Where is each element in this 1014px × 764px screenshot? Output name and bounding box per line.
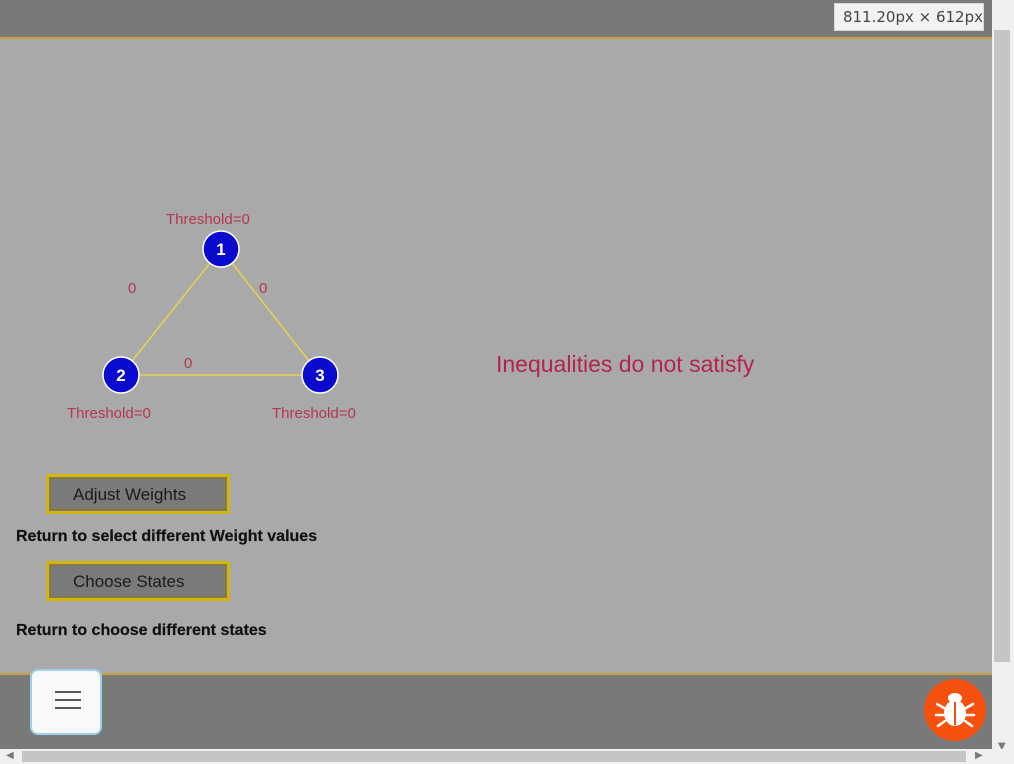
adjust-weights-note: Return to select different Weight values	[16, 528, 318, 545]
vertical-scrollbar[interactable]: ▼	[992, 0, 1014, 752]
horizontal-scrollbar[interactable]: ◀ ▶	[0, 749, 992, 764]
result-message: Inequalities do not satisfy	[496, 351, 755, 377]
hamburger-icon-bar	[55, 699, 81, 701]
top-bar: 811.20px × 612px	[0, 0, 992, 39]
vertical-scrollbar-thumb[interactable]	[994, 30, 1010, 662]
weight-label-1-3: 0	[259, 280, 267, 297]
choose-states-button[interactable]: Choose States	[46, 561, 230, 601]
edge-1-3	[220, 248, 321, 376]
scroll-right-arrow-icon[interactable]: ▶	[975, 750, 983, 761]
adjust-weights-button[interactable]: Adjust Weights	[46, 474, 230, 514]
hamburger-icon-bar	[55, 707, 81, 709]
node-3-label: 3	[315, 366, 324, 385]
bottom-bar	[0, 669, 992, 751]
edge-1-2	[120, 248, 222, 376]
scroll-left-arrow-icon[interactable]: ◀	[6, 750, 14, 761]
horizontal-scrollbar-thumb[interactable]	[22, 751, 966, 762]
node-2[interactable]: 2	[102, 356, 140, 394]
weight-label-1-2: 0	[128, 280, 136, 297]
choose-states-note: Return to choose different states	[16, 622, 267, 639]
network-graph: 0 0 0 Threshold=0 Threshold=0 Threshold=…	[67, 211, 356, 422]
bug-icon	[934, 693, 976, 728]
node-2-label: 2	[116, 366, 125, 385]
node-1-label: 1	[216, 240, 225, 259]
threshold-label-node-1: Threshold=0	[166, 211, 250, 228]
hamburger-icon	[55, 691, 81, 693]
threshold-label-node-2: Threshold=0	[67, 405, 151, 422]
node-3[interactable]: 3	[301, 356, 339, 394]
weight-label-2-3: 0	[184, 355, 192, 372]
threshold-label-node-3: Threshold=0	[272, 405, 356, 422]
main-stage: 0 0 0 Threshold=0 Threshold=0 Threshold=…	[0, 39, 992, 673]
debug-button[interactable]	[924, 679, 986, 741]
scrollbar-corner	[992, 749, 1014, 764]
menu-button[interactable]	[30, 669, 102, 735]
node-1[interactable]: 1	[202, 230, 240, 268]
viewport-size-tooltip: 811.20px × 612px	[833, 3, 984, 31]
